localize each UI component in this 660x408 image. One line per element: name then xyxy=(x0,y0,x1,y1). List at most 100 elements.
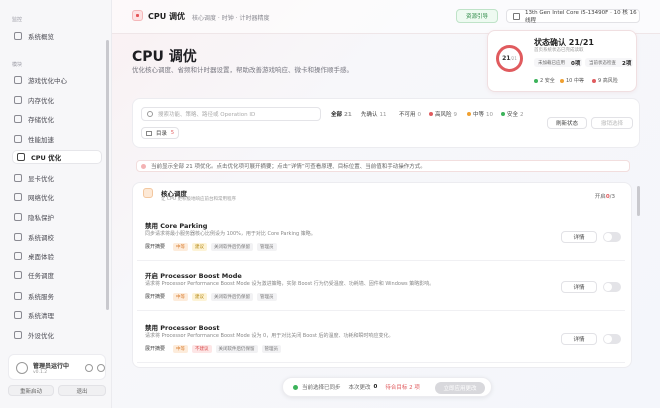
sidebar-item-label: 性能加速 xyxy=(28,136,54,144)
restart-button[interactable]: 重新启动 xyxy=(8,385,54,396)
tweak-row[interactable]: 禁用 Processor Boost 请求将 Processor Perform… xyxy=(137,317,625,363)
gpu-icon xyxy=(14,174,22,182)
filter-chip-mid[interactable]: 中等 10 xyxy=(467,110,493,118)
sidebar-item-label: 系统服务 xyxy=(28,293,54,301)
apply-changes-button[interactable]: 立即应用更改 xyxy=(435,382,485,394)
expand-summary-button[interactable]: 展开摘要 xyxy=(145,345,165,352)
sidebar-item-performance[interactable]: 性能加速 xyxy=(14,132,102,146)
group-subtitle: 让 CPU 更积极地响应前台和常用程序 xyxy=(161,197,237,202)
sidebar-item-storage[interactable]: 存储优化 xyxy=(14,112,102,126)
speed-icon xyxy=(14,135,22,143)
green-dot-icon xyxy=(534,78,538,83)
orange-dot-icon xyxy=(467,112,471,116)
sidebar-item-gpu[interactable]: 显卡优化 xyxy=(14,171,102,185)
tweak-row[interactable]: 禁用 Core Parking 同步请求将最小服务器核心比例设为 100%，用于… xyxy=(137,215,625,261)
tweak-title: 禁用 Processor Boost xyxy=(145,324,220,332)
broom-icon xyxy=(14,311,22,319)
filter-chip-high[interactable]: 高风险 9 xyxy=(429,110,457,118)
filter-chip-confirm[interactable]: 先确认 11 xyxy=(361,110,387,118)
tweak-toggle[interactable] xyxy=(603,334,621,344)
details-button[interactable]: 详情 xyxy=(561,333,597,345)
mouse-icon xyxy=(14,331,22,339)
persist-tag: 关闭软件后仍保留 xyxy=(211,292,254,301)
status-ring: 21/21 xyxy=(496,45,523,72)
tweak-title: 禁用 Core Parking xyxy=(145,222,208,230)
sidebar-item-memory[interactable]: 内存优化 xyxy=(14,93,102,107)
search-icon xyxy=(147,111,153,117)
expand-summary-button[interactable]: 展开摘要 xyxy=(145,293,165,300)
sidebar-item-label: 系统调校 xyxy=(28,234,54,242)
gear-icon[interactable] xyxy=(97,364,105,372)
tweak-toggle[interactable] xyxy=(603,282,621,292)
details-button[interactable]: 详情 xyxy=(561,281,597,293)
filter-chip-all[interactable]: 全部 21 xyxy=(331,110,352,118)
chip-count: 0 xyxy=(417,112,422,118)
lightning-icon xyxy=(143,188,153,198)
sidebar-item-overview[interactable]: 系统概览 xyxy=(14,29,102,43)
sidebar-item-peripherals[interactable]: 外设优化 xyxy=(14,328,102,342)
tweak-tags: 展开摘要 中等 不建议 关闭软件后仍保留 管理员 xyxy=(145,344,285,353)
gamepad-icon xyxy=(14,76,22,84)
main-scrollbar[interactable] xyxy=(637,186,640,216)
button-label: 撤销选择 xyxy=(600,121,623,127)
chip-label: 先确认 xyxy=(361,112,378,118)
count-prefix: 开启 xyxy=(594,194,606,200)
orange-dot-icon xyxy=(560,78,564,83)
details-button[interactable]: 详情 xyxy=(561,231,597,243)
refresh-status-button[interactable]: 刷新状态 xyxy=(547,117,587,129)
catalog-label: 目录 xyxy=(156,131,168,137)
memory-icon xyxy=(14,96,22,104)
sidebar-item-label: 隐私保护 xyxy=(28,214,54,222)
sidebar-scrollbar[interactable] xyxy=(106,40,109,310)
monitor-icon xyxy=(14,252,22,260)
heart-icon[interactable] xyxy=(85,364,93,372)
status-row-value: 2项 xyxy=(622,60,632,67)
sidebar-item-tuning[interactable]: 系统调校 xyxy=(14,230,102,244)
services-icon xyxy=(14,292,22,300)
changes-label: 本次更改 xyxy=(348,385,371,391)
sidebar-item-label: 系统清理 xyxy=(28,312,54,320)
user-card: 管理员运行中 v0.1.2 xyxy=(8,354,106,380)
tweak-description: 请求将 Processor Performance Boost Mode 设为 … xyxy=(145,333,394,339)
search-input[interactable]: 搜索功能、策略、路径或 Operation ID xyxy=(141,107,321,121)
info-text: 当前显示全部 21 项优化。点击优化项可展开摘要；点击“详情”可查看原理、目标位… xyxy=(151,164,426,170)
folder-icon xyxy=(146,131,152,136)
sidebar-item-privacy[interactable]: 隐私保护 xyxy=(14,210,102,224)
sidebar-item-label: 显卡优化 xyxy=(28,175,54,183)
persist-tag: 关闭软件后仍保留 xyxy=(211,242,254,251)
tweak-toggle[interactable] xyxy=(603,232,621,242)
status-row-applied: 未加载已应用 0项 xyxy=(534,58,582,67)
group-header[interactable]: 核心调度 让 CPU 更积极地响应前台和常用程序 开启0/3 xyxy=(133,183,631,205)
expand-summary-button[interactable]: 展开摘要 xyxy=(145,243,165,250)
sidebar-item-cleanup[interactable]: 系统清理 xyxy=(14,308,102,322)
filter-chip-safe[interactable]: 安全 2 xyxy=(501,110,524,118)
sidebar-item-desktop[interactable]: 桌面体验 xyxy=(14,249,102,263)
tweak-row[interactable]: 开启 Processor Boost Mode 请求将 Processor Pe… xyxy=(137,265,625,311)
sidebar-item-cpu[interactable]: CPU 优化 xyxy=(12,150,102,164)
cpu-name: 13th Gen Intel Core i5-13490F · 10 核 16 … xyxy=(525,10,637,24)
sidebar-item-label: 内存优化 xyxy=(28,97,54,105)
exit-button[interactable]: 退出 xyxy=(58,385,106,396)
search-placeholder: 搜索功能、策略、路径或 Operation ID xyxy=(158,112,256,118)
catalog-count: 5 xyxy=(170,130,174,136)
chip-count: 10 xyxy=(486,112,494,118)
sidebar-item-network[interactable]: 网络优化 xyxy=(14,190,102,204)
resource-guide-button[interactable]: 资源引导 xyxy=(456,9,498,23)
sidebar-group-monitor: 监控 xyxy=(12,17,23,23)
sidebar-item-services[interactable]: 系统服务 xyxy=(14,289,102,303)
undo-selection-button[interactable]: 撤销选择 xyxy=(591,117,633,129)
filter-chip-unavailable[interactable]: 不可用 0 xyxy=(399,110,421,118)
tweak-group-core-scheduling: 核心调度 让 CPU 更积极地响应前台和常用程序 开启0/3 禁用 Core P… xyxy=(132,182,632,368)
sync-label: 当前选择已同步 xyxy=(302,385,341,391)
sidebar-item-label: 桌面体验 xyxy=(28,253,54,261)
status-row-label: 当前状态检查 xyxy=(589,60,616,66)
admin-tag: 管理员 xyxy=(257,242,277,251)
status-row-label: 未加载已应用 xyxy=(538,60,565,66)
sidebar-item-tasks[interactable]: 任务调度 xyxy=(14,268,102,282)
status-subtitle: 首页系统状态已完成读取 xyxy=(534,48,584,53)
catalog-button[interactable]: 目录 5 xyxy=(141,127,179,139)
sync-ok-icon xyxy=(293,384,298,390)
chip-label: 中等 xyxy=(473,112,485,118)
sidebar-item-game[interactable]: 游戏优化中心 xyxy=(14,73,102,87)
chip-label: 安全 xyxy=(507,112,519,118)
